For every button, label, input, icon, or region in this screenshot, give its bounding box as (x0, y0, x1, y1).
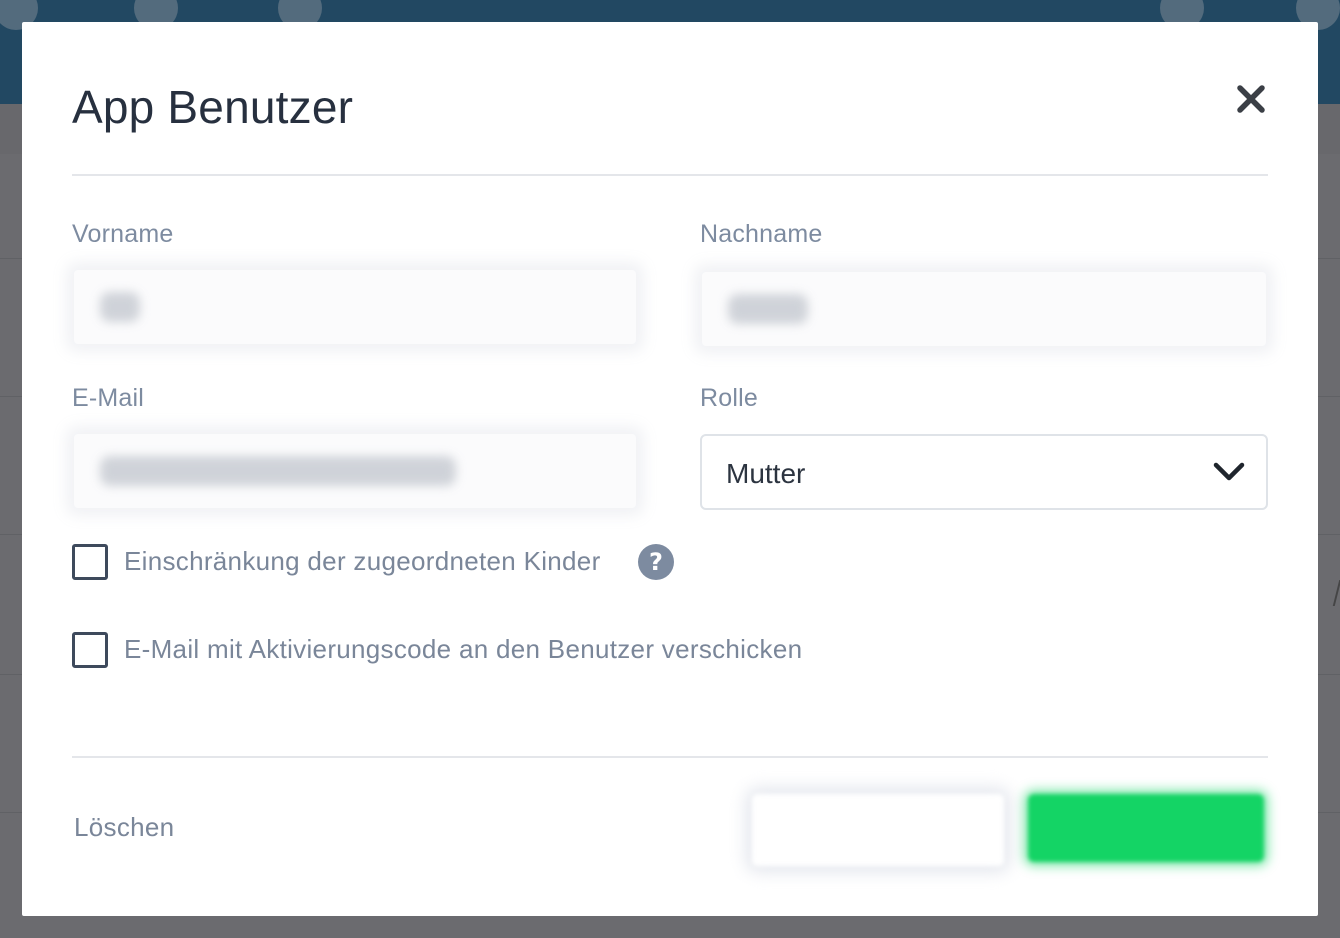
first-name-value-redacted (100, 292, 140, 322)
last-name-field[interactable] (702, 272, 1266, 346)
footer-divider (72, 756, 1268, 758)
send-activation-email-checkbox[interactable] (72, 632, 108, 668)
role-selected-value: Mutter (726, 458, 806, 489)
app-user-modal: App Benutzer Vorname Nachname E-Mail Rol… (22, 22, 1318, 916)
email-field[interactable] (74, 434, 636, 508)
chevron-down-icon (1212, 460, 1246, 484)
role-select[interactable]: Mutter (700, 434, 1268, 510)
cancel-button[interactable] (752, 794, 1004, 866)
close-button[interactable] (1234, 82, 1268, 116)
first-name-label: Vorname (72, 220, 174, 248)
delete-button[interactable]: Löschen (74, 812, 174, 843)
save-button[interactable] (1028, 794, 1264, 862)
send-activation-email-label[interactable]: E-Mail mit Aktivierungscode an den Benut… (124, 634, 802, 665)
last-name-label: Nachname (700, 220, 823, 248)
header-divider (72, 174, 1268, 176)
restrict-children-label[interactable]: Einschränkung der zugeordneten Kinder (124, 546, 601, 577)
last-name-value-redacted (728, 294, 808, 324)
email-label: E-Mail (72, 384, 145, 412)
restrict-children-checkbox[interactable] (72, 544, 108, 580)
close-icon (1237, 85, 1265, 113)
email-value-redacted (100, 456, 456, 486)
first-name-field[interactable] (74, 270, 636, 344)
question-circle-icon[interactable]: ? (638, 544, 674, 580)
modal-title: App Benutzer (72, 81, 354, 133)
role-label: Rolle (700, 384, 758, 412)
